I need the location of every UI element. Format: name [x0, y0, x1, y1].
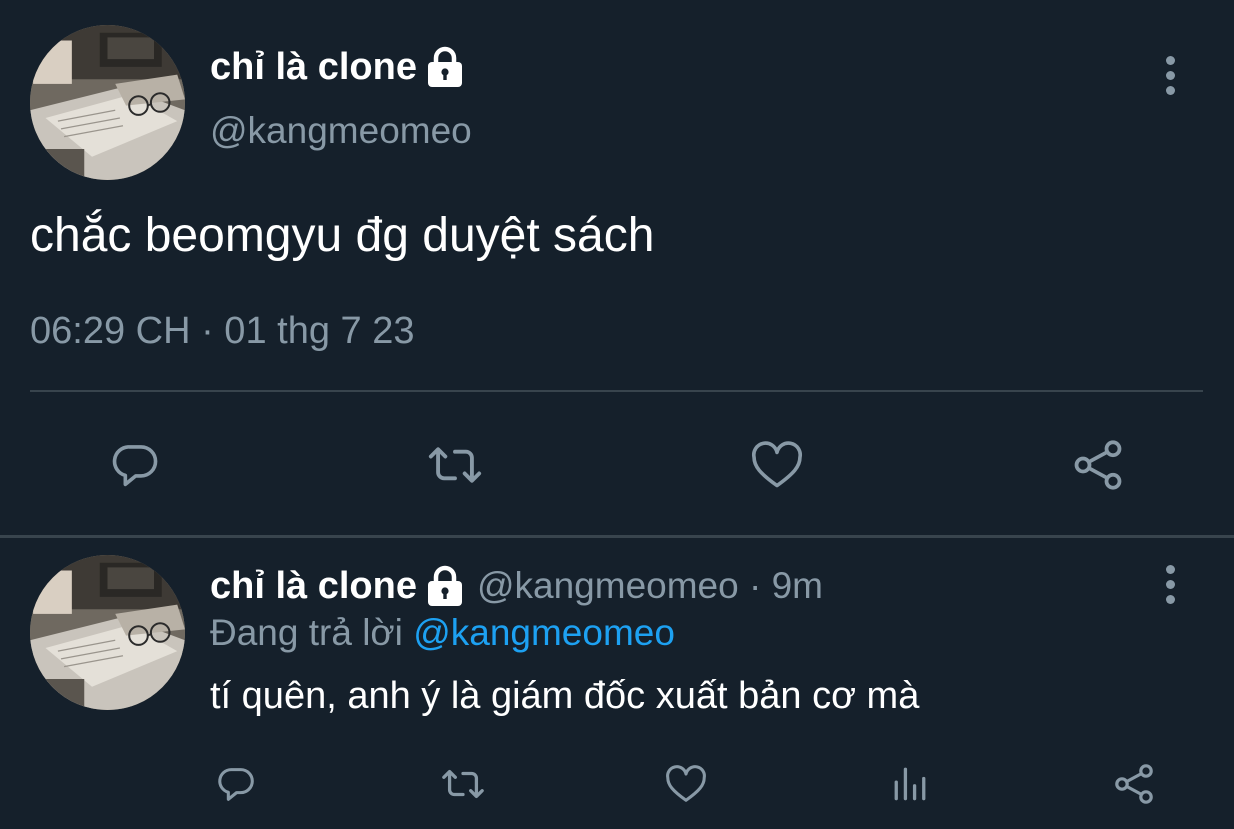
divider	[0, 535, 1234, 538]
handle-and-time[interactable]: @kangmeomeo · 9m	[477, 565, 823, 607]
reply-button[interactable]	[212, 760, 260, 808]
reply-icon	[112, 445, 158, 487]
share-button[interactable]	[1066, 433, 1130, 497]
display-name-text: chỉ là clone	[210, 45, 417, 88]
share-icon	[1074, 440, 1122, 490]
avatar-photo	[30, 25, 185, 180]
stats-icon	[894, 767, 926, 801]
like-icon	[666, 765, 706, 802]
like-button[interactable]	[662, 760, 710, 808]
display-name[interactable]: chỉ là clone	[210, 42, 465, 92]
user-handle[interactable]: @kangmeomeo	[210, 110, 472, 152]
reply-icon	[218, 768, 254, 801]
retweet-icon	[428, 447, 482, 483]
more-options-icon[interactable]	[1160, 56, 1180, 101]
avatar[interactable]	[30, 25, 185, 180]
tweet-timestamp[interactable]: 06:29 CH · 01 thg 7 23	[30, 310, 414, 353]
divider	[30, 390, 1203, 392]
replying-to: Đang trả lời @kangmeomeo	[210, 612, 675, 654]
tweet-text: chắc beomgyu đg duyệt sách	[30, 209, 655, 262]
tweet-text: tí quên, anh ý là giám đốc xuất bản cơ m…	[210, 675, 920, 717]
like-button[interactable]	[745, 433, 809, 497]
retweet-button[interactable]	[436, 760, 490, 808]
lock-icon	[425, 565, 465, 607]
display-name-text: chỉ là clone	[210, 564, 417, 607]
retweet-icon	[442, 769, 484, 799]
reply-button[interactable]	[103, 433, 167, 497]
main-tweet: chỉ là clone @kangmeomeo chắc beomgyu đg…	[0, 0, 1234, 535]
mention-link[interactable]: @kangmeomeo	[413, 612, 675, 653]
avatar[interactable]	[30, 555, 185, 710]
share-icon	[1115, 764, 1153, 804]
avatar-photo	[30, 555, 185, 710]
lock-icon	[425, 46, 465, 88]
display-name[interactable]: chỉ là clone	[210, 565, 465, 608]
reply-header: chỉ là clone @kangmeomeo · 9m	[210, 560, 823, 612]
like-icon	[751, 441, 803, 488]
tweet-detail-page: chỉ là clone @kangmeomeo chắc beomgyu đg…	[0, 0, 1234, 829]
share-button[interactable]	[1110, 760, 1158, 808]
replying-to-label: Đang trả lời	[210, 612, 414, 653]
analytics-button[interactable]	[886, 760, 934, 808]
retweet-button[interactable]	[420, 433, 490, 497]
more-options-icon[interactable]	[1160, 565, 1180, 610]
